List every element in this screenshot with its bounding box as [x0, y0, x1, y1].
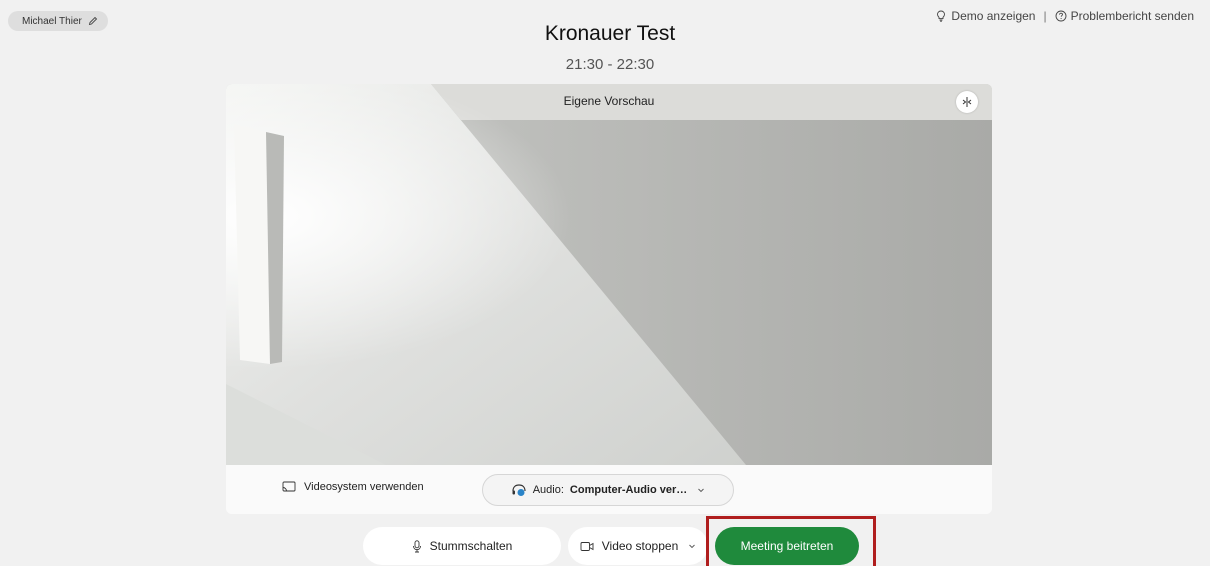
camera-icon — [580, 541, 594, 551]
self-preview-panel: Eigene Vorschau Videosystem verwenden Au… — [226, 84, 992, 514]
demo-link[interactable]: Demo anzeigen — [935, 9, 1035, 23]
join-meeting-label: Meeting beitreten — [740, 539, 834, 553]
mute-label: Stummschalten — [429, 539, 513, 553]
lightbulb-icon — [937, 10, 946, 22]
chevron-down-icon — [698, 488, 705, 493]
join-meeting-button[interactable]: Meeting beitreten — [715, 527, 859, 565]
layout-toggle-button[interactable] — [956, 91, 978, 113]
audio-value: Computer-Audio ver… — [569, 484, 688, 496]
help-circle-icon — [1055, 10, 1067, 22]
meeting-time: 21:30 - 22:30 — [565, 56, 655, 73]
audio-select[interactable]: Audio: Computer-Audio ver… — [482, 474, 734, 506]
preview-label: Eigene Vorschau — [563, 94, 655, 108]
problem-report-link[interactable]: Problembericht senden — [1055, 9, 1194, 23]
meeting-join-page: Michael Thier Demo anzeigen | Problember… — [0, 0, 1210, 566]
camera-preview-image — [226, 84, 992, 465]
preview-footer: Videosystem verwenden Audio: Computer-Au… — [226, 465, 992, 514]
problem-report-label: Problembericht senden — [1070, 9, 1194, 23]
link-separator: | — [1043, 9, 1047, 23]
video-system-button[interactable]: Videosystem verwenden — [282, 481, 424, 493]
audio-prefix: Audio: — [532, 484, 564, 496]
demo-label: Demo anzeigen — [951, 9, 1036, 23]
layout-toggle-icon — [962, 97, 972, 107]
headset-icon — [512, 484, 526, 496]
cast-icon — [282, 481, 296, 492]
video-system-label: Videosystem verwenden — [304, 481, 424, 493]
stop-video-label: Video stoppen — [601, 539, 679, 553]
stop-video-button[interactable]: Video stoppen — [568, 527, 708, 565]
meeting-title: Kronauer Test — [544, 22, 676, 45]
microphone-icon — [412, 539, 421, 552]
chevron-down-icon[interactable] — [688, 542, 696, 550]
mute-button[interactable]: Stummschalten — [363, 527, 561, 565]
top-links: Demo anzeigen | Problembericht senden — [935, 9, 1194, 23]
